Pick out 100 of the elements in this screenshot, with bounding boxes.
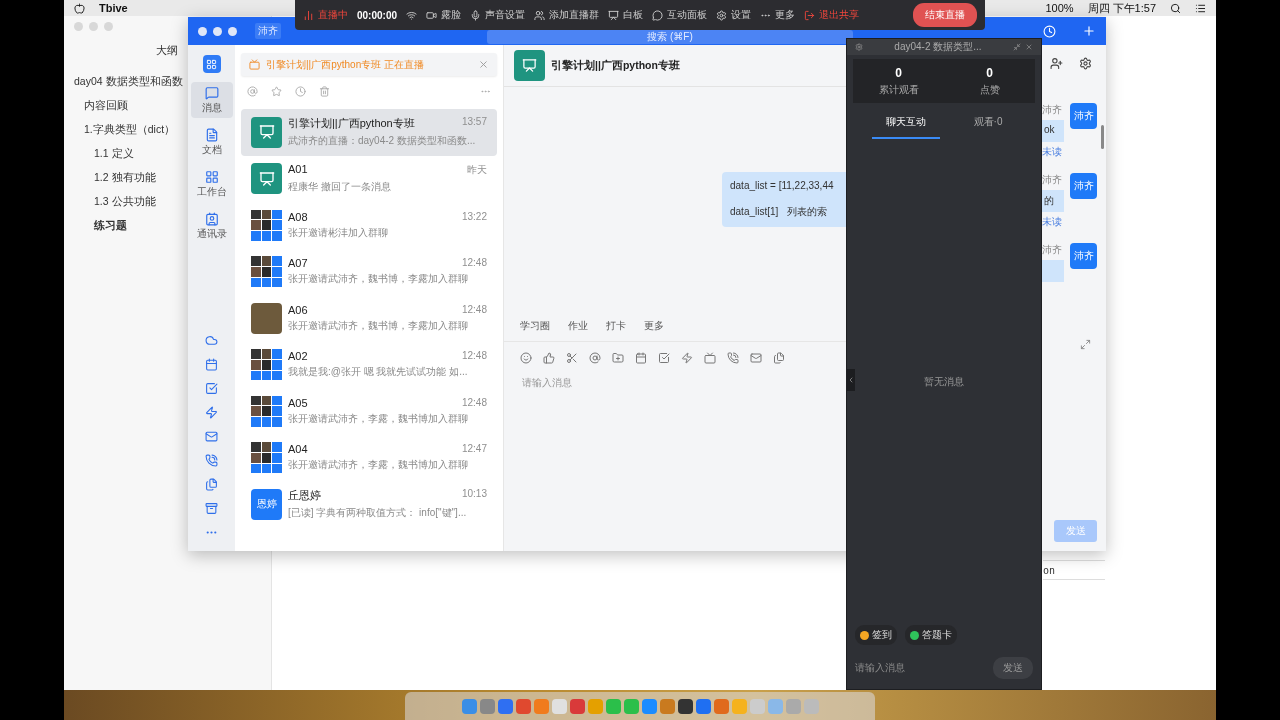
message-bubble xyxy=(1042,260,1064,282)
toolbar-button[interactable]: 露脸 xyxy=(426,8,462,22)
toolbar-button[interactable]: 更多 xyxy=(760,8,796,22)
end-live-button[interactable]: 结束直播 xyxy=(913,3,977,27)
toolbar-button[interactable]: 退出共享 xyxy=(804,8,860,22)
lightning-icon[interactable] xyxy=(205,406,218,419)
menu-icon[interactable] xyxy=(1195,2,1206,14)
mail-icon[interactable] xyxy=(205,430,218,443)
conversation-preview: 张开邀请武沛齐，魏书博，李露加入群聊 xyxy=(288,318,469,333)
scrollbar[interactable] xyxy=(1101,125,1104,149)
mail-icon[interactable] xyxy=(750,352,762,364)
close-icon[interactable] xyxy=(1025,43,1033,51)
action-button[interactable]: 答题卡 xyxy=(905,625,957,645)
calendar-icon[interactable] xyxy=(635,352,647,364)
message-bubble: 的 xyxy=(1042,190,1064,212)
conversation-item[interactable]: A05 12:48 张开邀请武沛齐，李露，魏书博加入群聊 xyxy=(241,388,497,435)
conversation-time: 13:57 xyxy=(461,116,487,130)
search-icon[interactable] xyxy=(1170,2,1181,14)
outline-item[interactable]: 练习题 xyxy=(94,214,127,238)
toolbar-button[interactable]: 直播中 xyxy=(303,8,348,22)
chat-input[interactable]: 请输入消息 xyxy=(855,661,905,675)
phone-icon[interactable] xyxy=(727,352,739,364)
conversation-item[interactable]: 恩婷 丘恩婷 10:13 [已读] 字典有两种取值方式： info["键"]... xyxy=(241,481,497,528)
outline-item[interactable]: 1.1 定义 xyxy=(94,142,134,166)
clock-icon[interactable] xyxy=(295,86,306,97)
message-line: data_list = [11,22,33,44 xyxy=(730,180,835,191)
toolbar-button[interactable]: 声音设置 xyxy=(470,8,526,22)
folder-icon[interactable] xyxy=(612,352,624,364)
toolbar-button[interactable]: 互动面板 xyxy=(652,8,708,22)
read-status: 未读 xyxy=(1042,215,1063,229)
apple-icon[interactable] xyxy=(74,2,85,14)
quick-tab[interactable]: 学习圈 xyxy=(514,317,556,335)
panel-tab[interactable]: 观看·0 xyxy=(959,111,1017,139)
panel-tab[interactable]: 聊天互动 xyxy=(871,111,940,139)
conversation-preview: 武沛齐的直播：day04-2 数据类型和函数... xyxy=(288,134,477,149)
settings-icon[interactable] xyxy=(1079,57,1092,70)
conversation-item[interactable]: A01 昨天 程康华 撤回了一条消息 xyxy=(241,155,497,202)
stat-label: 累计观看 xyxy=(878,82,919,97)
quick-tab[interactable]: 打卡 xyxy=(600,317,632,335)
outline-item[interactable]: 1.字典类型（dict） xyxy=(84,118,176,142)
nav-item[interactable]: 消息 xyxy=(190,82,233,118)
conversation-preview: 张开邀请武沛齐，李露，魏书博加入群聊 xyxy=(288,458,469,473)
trash-icon[interactable] xyxy=(319,86,330,97)
thumbs-up-icon[interactable] xyxy=(543,352,555,364)
message-bubble: ok xyxy=(1042,120,1064,142)
calendar-icon[interactable] xyxy=(205,358,218,371)
phone-icon[interactable] xyxy=(205,454,218,467)
toolbar-button[interactable]: 添加直播群 xyxy=(534,8,600,22)
box-icon[interactable] xyxy=(205,502,218,515)
cloud-icon[interactable] xyxy=(205,334,218,347)
conversation-time: 12:47 xyxy=(461,443,487,456)
contacts-icon xyxy=(204,211,219,226)
group-avatar xyxy=(251,256,282,288)
conversation-time: 昨天 xyxy=(467,163,487,178)
conversation-item[interactable]: A08 13:22 张开邀请彬沣加入群聊 xyxy=(241,202,497,249)
task-icon[interactable] xyxy=(658,352,670,364)
outline-item[interactable]: 1.3 公共功能 xyxy=(94,190,156,214)
app-grid-button[interactable] xyxy=(202,55,221,73)
star-icon[interactable] xyxy=(271,86,282,97)
conversation-item[interactable]: 引擎计划||广西python专班 13:57 武沛齐的直播：day04-2 数据类型和函数... xyxy=(241,109,497,156)
send-button[interactable]: 发送 xyxy=(993,657,1033,679)
toolbar-button[interactable]: 设置 xyxy=(716,8,752,22)
add-user-icon[interactable] xyxy=(1050,57,1063,70)
scissors-icon[interactable] xyxy=(566,352,578,364)
quick-tab[interactable]: 更多 xyxy=(638,317,670,335)
conversation-item[interactable]: A06 12:48 张开邀请武沛齐，魏书博，李露加入群聊 xyxy=(241,295,497,342)
nav-item[interactable]: 通讯录 xyxy=(190,208,233,244)
outline-item[interactable]: day04 数据类型和函数 xyxy=(74,70,183,94)
toolbar-button[interactable]: 白板 xyxy=(608,8,644,22)
nav-item[interactable]: 工作台 xyxy=(190,166,233,202)
action-button[interactable]: 签到 xyxy=(855,625,897,645)
outline-item[interactable]: 内容回顾 xyxy=(84,94,128,118)
lightning-icon[interactable] xyxy=(681,352,693,364)
quick-tab[interactable]: 作业 xyxy=(562,317,594,335)
task-icon[interactable] xyxy=(205,382,218,395)
tv-icon[interactable] xyxy=(704,352,716,364)
conversation-item[interactable]: A07 12:48 张开邀请武沛齐，魏书博，李露加入群聊 xyxy=(241,248,497,295)
stat-label: 点赞 xyxy=(979,82,1000,97)
emoji-icon[interactable] xyxy=(520,352,532,364)
app-name[interactable]: Tbive xyxy=(99,2,128,14)
files-icon[interactable] xyxy=(773,352,785,364)
collapse-tab[interactable] xyxy=(847,369,855,391)
chat-bubble-icon xyxy=(652,9,664,21)
outline-item[interactable]: 1.2 独有功能 xyxy=(94,166,156,190)
stat-value: 0 xyxy=(986,65,993,80)
conversation-preview: 张开邀请武沛齐，李露，魏书博加入群聊 xyxy=(288,411,469,426)
close-icon[interactable] xyxy=(478,59,489,70)
conversation-item[interactable]: A04 12:47 张开邀请武沛齐，李露，魏书博加入群聊 xyxy=(241,434,497,481)
conversation-item[interactable]: A02 12:48 我就是我:@张开 嗯 我就先试试功能 如... xyxy=(241,341,497,388)
at-icon[interactable] xyxy=(247,86,258,97)
outline-heading: 大纲 xyxy=(156,43,178,58)
battery-percent: 100% xyxy=(1045,2,1074,14)
expand-icon[interactable] xyxy=(1080,339,1091,350)
files-icon[interactable] xyxy=(205,478,218,491)
easel-icon xyxy=(258,170,275,187)
nav-item[interactable]: 文档 xyxy=(190,124,233,160)
shrink-icon[interactable] xyxy=(1013,43,1021,51)
plus-icon[interactable] xyxy=(1082,24,1096,38)
at-icon[interactable] xyxy=(589,352,601,364)
empty-message: 暂无消息 xyxy=(924,375,964,389)
